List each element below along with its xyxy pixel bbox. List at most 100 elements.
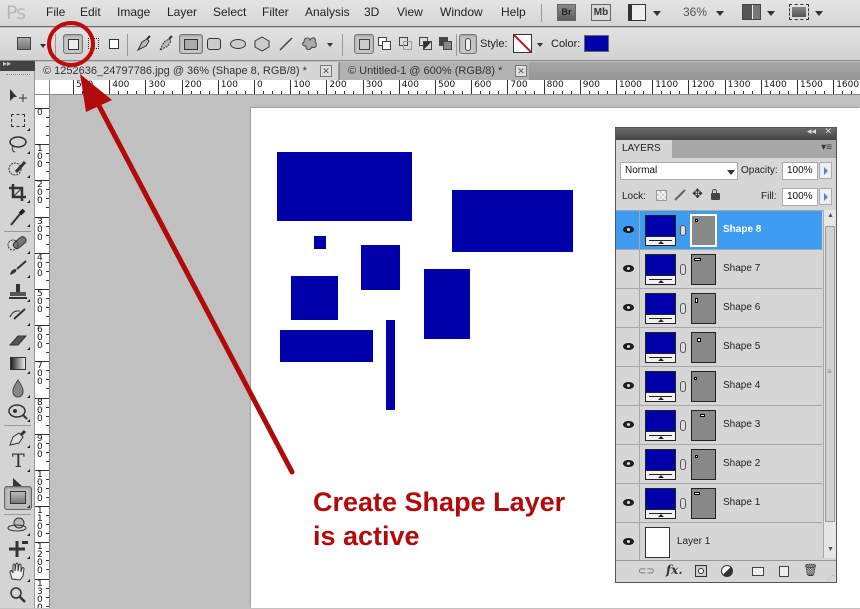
fill-thumbnail[interactable] — [645, 410, 676, 441]
add-mask-icon[interactable] — [695, 565, 707, 577]
opacity-slider-button[interactable] — [819, 162, 832, 179]
fill-thumbnail[interactable] — [645, 449, 676, 480]
menu-file[interactable]: File — [46, 5, 65, 19]
brush-tool[interactable] — [5, 257, 31, 279]
canvas-shape-rectangle[interactable] — [277, 152, 412, 221]
scroll-up-icon[interactable]: ▲ — [827, 212, 834, 219]
collapse-panel-icon[interactable]: ◂◂ — [807, 126, 816, 137]
style-dropdown-icon[interactable] — [537, 43, 543, 47]
layer-row[interactable]: Shape 5 — [616, 328, 822, 367]
menu-3d[interactable]: 3D — [364, 5, 379, 19]
dodge-tool[interactable] — [5, 401, 31, 423]
paths-mode-button[interactable] — [84, 34, 104, 54]
history-brush-tool[interactable] — [5, 305, 31, 327]
tool-preset-picker[interactable] — [14, 34, 34, 54]
fill-slider-button[interactable] — [819, 188, 832, 205]
layer-row[interactable]: Shape 6 — [616, 289, 822, 328]
visibility-toggle[interactable] — [616, 367, 640, 405]
visibility-toggle[interactable] — [616, 250, 640, 288]
vector-mask-thumbnail[interactable] — [691, 332, 716, 363]
visibility-toggle[interactable] — [616, 211, 640, 249]
zoom-level[interactable]: 36% — [683, 5, 707, 19]
visibility-toggle[interactable] — [616, 523, 640, 561]
quick-selection-tool[interactable] — [5, 157, 31, 179]
layer-row[interactable]: Shape 8 — [616, 211, 822, 250]
zoom-dropdown-icon[interactable] — [716, 11, 724, 16]
custom-shape-dropdown-icon[interactable] — [327, 43, 333, 47]
line-tool-button[interactable] — [276, 34, 296, 54]
path-op-exclude-button[interactable] — [436, 34, 456, 54]
canvas-shape-rectangle[interactable] — [386, 320, 395, 410]
link-layers-icon[interactable]: ⊂⊃ — [638, 566, 655, 577]
menu-layer[interactable]: Layer — [167, 5, 197, 19]
lasso-tool[interactable] — [5, 133, 31, 155]
scrollbar-thumb[interactable]: ≡ — [825, 226, 835, 522]
move-tool[interactable] — [5, 85, 31, 107]
launch-minibridge-button[interactable]: Mb — [591, 4, 611, 21]
delete-layer-trash-icon[interactable]: 🗑 — [803, 563, 818, 577]
style-picker[interactable] — [513, 34, 532, 53]
canvas-shape-rectangle[interactable] — [452, 190, 573, 252]
vector-mask-thumbnail[interactable] — [691, 449, 716, 480]
layer-row[interactable]: Shape 1 — [616, 484, 822, 523]
visibility-toggle[interactable] — [616, 484, 640, 522]
arrange-dropdown-icon[interactable] — [767, 11, 775, 16]
fill-thumbnail[interactable] — [645, 332, 676, 363]
fill-input[interactable]: 100% — [782, 188, 818, 206]
screen-mode-dropdown-icon[interactable] — [815, 11, 823, 16]
3d-camera-tool[interactable] — [5, 538, 31, 560]
scroll-down-icon[interactable]: ▼ — [827, 546, 834, 553]
vector-mask-thumbnail[interactable] — [691, 410, 716, 441]
canvas-shape-rectangle[interactable] — [280, 330, 373, 362]
fill-thumbnail[interactable] — [645, 488, 676, 519]
menu-image[interactable]: Image — [117, 5, 150, 19]
ruler-origin[interactable] — [35, 80, 50, 95]
screen-mode-button[interactable] — [789, 4, 809, 20]
chain-link-icon[interactable] — [680, 342, 686, 353]
menu-help[interactable]: Help — [501, 5, 526, 19]
menu-select[interactable]: Select — [213, 5, 246, 19]
canvas-shape-rectangle[interactable] — [291, 276, 338, 320]
chain-link-icon[interactable] — [680, 264, 686, 275]
eyedropper-tool[interactable] — [5, 206, 31, 228]
view-extras-dropdown-icon[interactable] — [653, 11, 661, 16]
fill-pixels-mode-button[interactable] — [104, 34, 124, 54]
type-tool[interactable]: T — [5, 450, 31, 473]
opacity-input[interactable]: 100% — [782, 162, 818, 180]
chain-link-icon[interactable] — [680, 303, 686, 314]
canvas-shape-rectangle[interactable] — [314, 236, 326, 249]
chain-link-icon[interactable] — [680, 420, 686, 431]
tab-document-active[interactable]: © 1252636_24797786.jpg @ 36% (Shape 8, R… — [35, 62, 338, 80]
menu-analysis[interactable]: Analysis — [305, 5, 350, 19]
adjustment-layer-icon[interactable] — [721, 565, 733, 577]
marquee-tool[interactable] — [5, 110, 31, 132]
arrange-documents-button[interactable] — [742, 4, 761, 20]
path-op-subtract-button[interactable] — [396, 34, 416, 54]
layer-row[interactable]: Shape 7 — [616, 250, 822, 289]
layer-row[interactable]: Shape 2 — [616, 445, 822, 484]
blend-mode-select[interactable]: Normal — [620, 162, 738, 180]
menu-view[interactable]: View — [397, 5, 423, 19]
polygon-tool-button[interactable] — [252, 34, 272, 54]
gradient-tool[interactable] — [5, 353, 31, 375]
fill-thumbnail[interactable] — [645, 215, 676, 246]
vertical-ruler[interactable]: 01 0 02 0 03 0 04 0 05 0 06 0 07 0 08 0 … — [35, 95, 50, 608]
launch-bridge-button[interactable]: Br — [557, 4, 576, 21]
new-layer-icon[interactable] — [779, 566, 789, 577]
vector-mask-thumbnail[interactable] — [690, 214, 717, 247]
rectangle-tool-button[interactable] — [179, 34, 203, 54]
path-op-intersect-button[interactable] — [416, 34, 436, 54]
lock-all-icon[interactable] — [711, 189, 720, 200]
tab-document-untitled[interactable]: © Untitled-1 @ 600% (RGB/8) * ✕ — [339, 62, 529, 80]
visibility-toggle[interactable] — [616, 328, 640, 366]
resize-grip-icon[interactable]: ⋰ — [827, 574, 834, 582]
healing-brush-tool[interactable] — [5, 233, 31, 255]
close-tab-icon[interactable]: ✕ — [515, 65, 527, 77]
layer-thumbnail[interactable] — [645, 527, 670, 558]
chain-link-icon[interactable] — [680, 498, 686, 509]
chain-link-icon[interactable] — [680, 225, 686, 236]
menu-edit[interactable]: Edit — [80, 5, 101, 19]
link-style-button[interactable] — [459, 34, 477, 54]
close-tab-icon[interactable]: ✕ — [320, 65, 332, 77]
menu-window[interactable]: Window — [440, 5, 483, 19]
